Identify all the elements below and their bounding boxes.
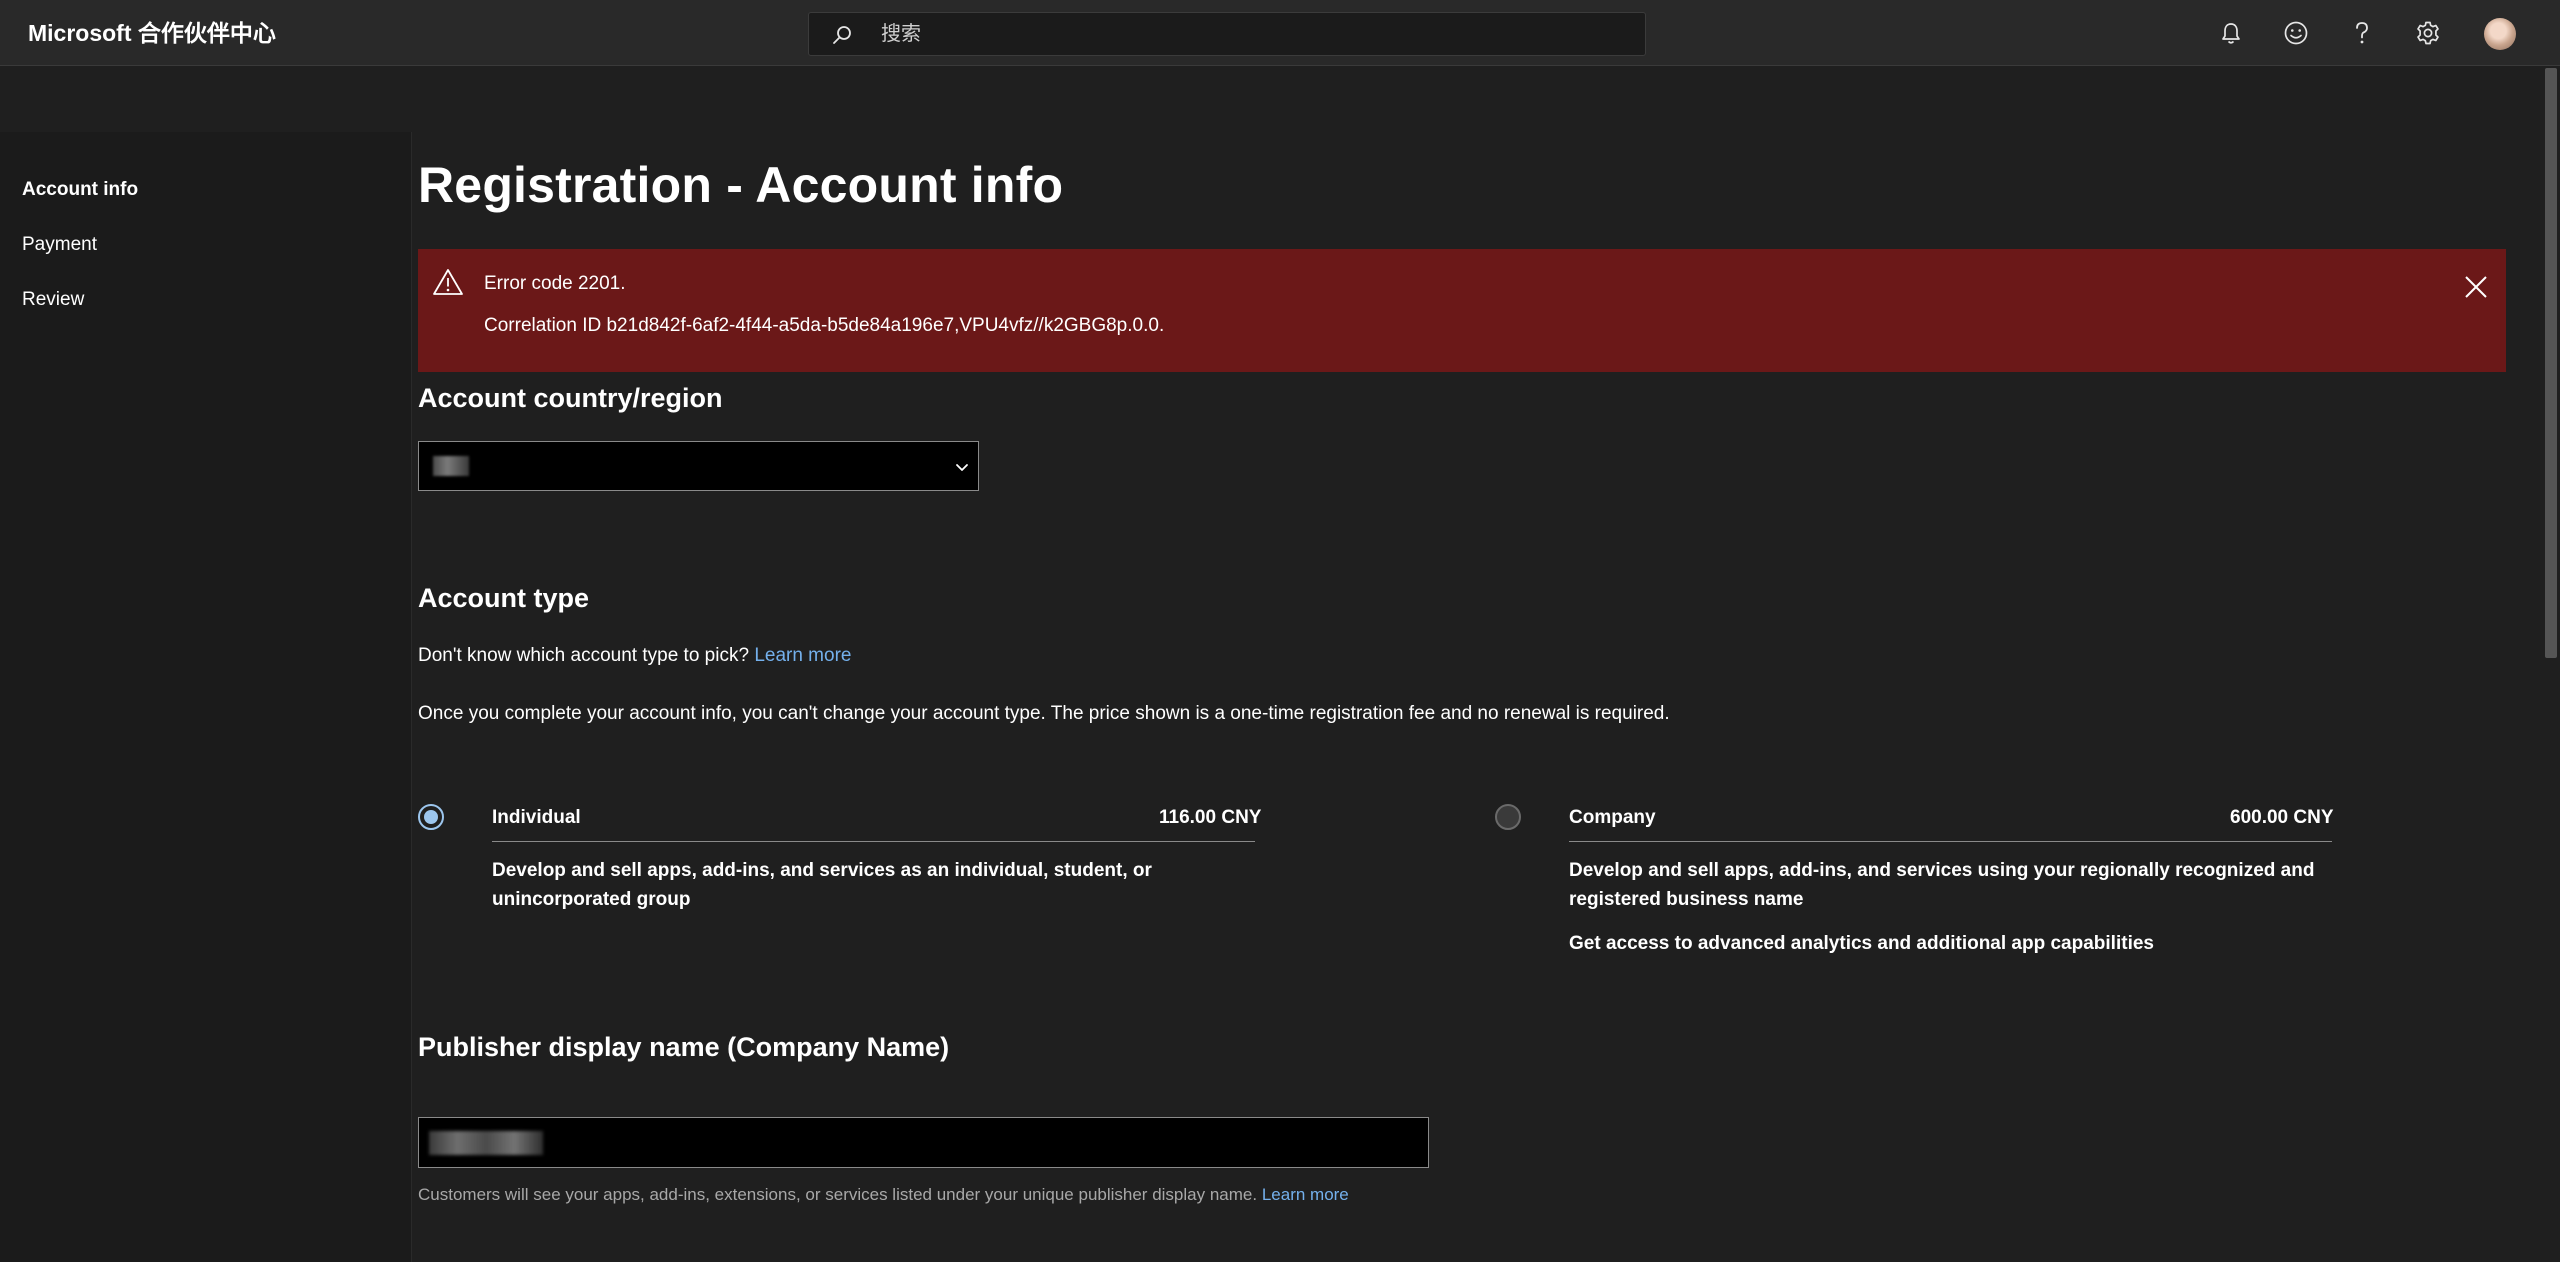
individual-radio[interactable]: [418, 804, 444, 830]
company-desc-line-1: Develop and sell apps, add-ins, and serv…: [1569, 860, 2315, 881]
nav-item-account-info[interactable]: Account info: [22, 179, 138, 201]
bell-icon[interactable]: [2216, 18, 2246, 48]
publisher-learn-more-link[interactable]: Learn more: [1262, 1185, 1349, 1204]
publisher-heading: Publisher display name (Company Name): [418, 1032, 950, 1062]
individual-desc-line-1: Develop and sell apps, add-ins, and serv…: [492, 860, 1152, 881]
search-box[interactable]: [808, 12, 1646, 56]
nav-item-payment[interactable]: Payment: [22, 234, 97, 256]
help-icon[interactable]: [2347, 18, 2377, 48]
individual-label[interactable]: Individual: [492, 807, 581, 829]
error-banner: Error code 2201. Correlation ID b21d842f…: [418, 249, 2506, 372]
account-type-prompt-text: Don't know which account type to pick?: [418, 645, 750, 666]
page-title: Registration - Account info: [418, 157, 1064, 213]
avatar[interactable]: [2484, 18, 2516, 50]
left-nav: Account info Payment Review: [0, 132, 412, 1262]
chevron-down-icon: [956, 464, 968, 471]
individual-description: Develop and sell apps, add-ins, and serv…: [492, 856, 1192, 914]
top-bar: Microsoft 合作伙伴中心: [0, 0, 2560, 66]
company-divider: [1569, 841, 2332, 842]
individual-desc-line-2: unincorporated group: [492, 889, 691, 910]
search-icon: [833, 26, 851, 44]
redacted-publisher-value: [429, 1131, 543, 1155]
warning-icon: [433, 269, 463, 295]
brand-title[interactable]: Microsoft 合作伙伴中心: [28, 0, 276, 66]
publisher-helper-text: Customers will see your apps, add-ins, e…: [418, 1185, 1349, 1205]
correlation-id-text: Correlation ID b21d842f-6af2-4f44-a5da-b…: [484, 315, 1165, 336]
company-desc-line-3: Get access to advanced analytics and add…: [1569, 933, 2154, 954]
company-description: Develop and sell apps, add-ins, and serv…: [1569, 856, 2349, 958]
page-scrollbar[interactable]: [2541, 66, 2560, 1262]
individual-divider: [492, 841, 1255, 842]
account-type-notice: Once you complete your account info, you…: [418, 703, 1670, 724]
error-code-text: Error code 2201.: [484, 273, 626, 294]
individual-price: 116.00 CNY: [1159, 807, 1262, 828]
gear-icon[interactable]: [2413, 18, 2443, 48]
nav-item-review[interactable]: Review: [22, 289, 84, 311]
smiley-icon[interactable]: [2281, 18, 2311, 48]
company-desc-line-2: registered business name: [1569, 889, 1804, 910]
account-type-heading: Account type: [418, 583, 590, 613]
company-radio[interactable]: [1495, 804, 1521, 830]
company-price: 600.00 CNY: [2230, 807, 2334, 828]
redacted-country-value: [433, 456, 469, 476]
search-input[interactable]: [879, 13, 1619, 55]
publisher-helper-message: Customers will see your apps, add-ins, e…: [418, 1185, 1258, 1204]
company-label[interactable]: Company: [1569, 807, 1656, 829]
account-type-prompt: Don't know which account type to pick? L…: [418, 645, 851, 667]
country-select[interactable]: [418, 441, 979, 491]
country-heading: Account country/region: [418, 383, 723, 413]
publisher-name-input[interactable]: [418, 1117, 1429, 1168]
scrollbar-thumb[interactable]: [2545, 68, 2557, 658]
learn-more-link[interactable]: Learn more: [754, 645, 851, 666]
close-icon[interactable]: [2458, 269, 2494, 305]
